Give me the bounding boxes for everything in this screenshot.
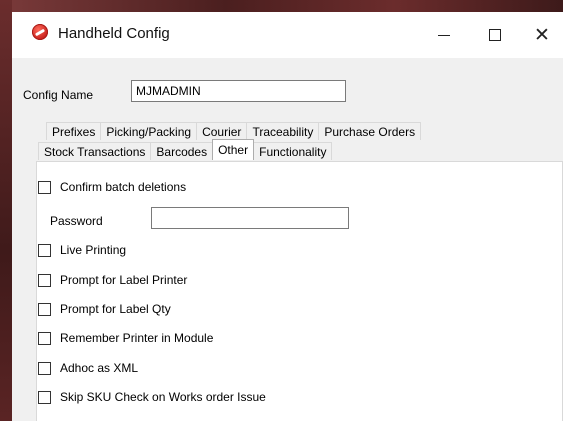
- tab-functionality[interactable]: Functionality: [253, 142, 333, 160]
- minimize-icon: [438, 34, 450, 36]
- live-printing-checkbox[interactable]: [38, 243, 51, 257]
- confirm-batch-deletions-option[interactable]: Confirm batch deletions: [38, 179, 186, 195]
- minimize-button[interactable]: [421, 12, 467, 58]
- prompt-label-printer-option[interactable]: Prompt for Label Printer: [38, 272, 187, 288]
- tab-traceability[interactable]: Traceability: [246, 122, 320, 140]
- prompt-label-printer-label: Prompt for Label Printer: [60, 273, 188, 287]
- prompt-label-qty-option[interactable]: Prompt for Label Qty: [38, 301, 171, 317]
- tab-courier[interactable]: Courier: [196, 122, 248, 140]
- password-label: Password: [50, 214, 103, 228]
- tab-stock-transactions[interactable]: Stock Transactions: [38, 142, 152, 160]
- config-name-label: Config Name: [23, 88, 94, 102]
- skip-sku-check-option[interactable]: Skip SKU Check on Works order Issue: [38, 389, 266, 405]
- desktop-background-left: [0, 0, 12, 421]
- adhoc-xml-option[interactable]: Adhoc as XML: [38, 360, 138, 376]
- prompt-label-qty-checkbox[interactable]: [38, 302, 51, 316]
- tab-barcodes[interactable]: Barcodes: [150, 142, 214, 160]
- remember-printer-checkbox[interactable]: [38, 331, 51, 345]
- maximize-icon: [489, 29, 501, 41]
- password-input[interactable]: [151, 207, 349, 229]
- tab-purchase-orders[interactable]: Purchase Orders: [318, 122, 422, 140]
- title-bar: Handheld Config ✕: [12, 12, 563, 58]
- confirm-batch-deletions-label: Confirm batch deletions: [60, 180, 187, 194]
- desktop-background: [0, 0, 563, 12]
- app-logo-icon: [32, 24, 48, 40]
- config-name-input[interactable]: MJMADMIN: [131, 80, 346, 102]
- skip-sku-check-label: Skip SKU Check on Works order Issue: [60, 390, 266, 404]
- tab-panel-other: [36, 161, 563, 421]
- tab-prefixes[interactable]: Prefixes: [46, 122, 102, 140]
- skip-sku-check-checkbox[interactable]: [38, 390, 51, 404]
- tab-row-2: Stock Transactions Barcodes Other Functi…: [38, 139, 333, 161]
- remember-printer-option[interactable]: Remember Printer in Module: [38, 330, 213, 346]
- close-button[interactable]: ✕: [519, 12, 563, 58]
- remember-printer-label: Remember Printer in Module: [60, 331, 214, 345]
- confirm-batch-deletions-checkbox[interactable]: [38, 180, 51, 194]
- adhoc-xml-checkbox[interactable]: [38, 361, 51, 375]
- close-icon: ✕: [534, 24, 550, 46]
- maximize-button[interactable]: [472, 12, 518, 58]
- prompt-label-qty-label: Prompt for Label Qty: [60, 302, 171, 316]
- live-printing-label: Live Printing: [60, 243, 127, 257]
- live-printing-option[interactable]: Live Printing: [38, 242, 126, 258]
- prompt-label-printer-checkbox[interactable]: [38, 273, 51, 287]
- adhoc-xml-label: Adhoc as XML: [60, 361, 139, 375]
- handheld-config-window: Handheld Config ✕ Config Name MJMADMIN P…: [12, 12, 563, 421]
- window-title: Handheld Config: [58, 25, 170, 42]
- tab-other[interactable]: Other: [212, 139, 255, 160]
- tab-picking-packing[interactable]: Picking/Packing: [100, 122, 198, 140]
